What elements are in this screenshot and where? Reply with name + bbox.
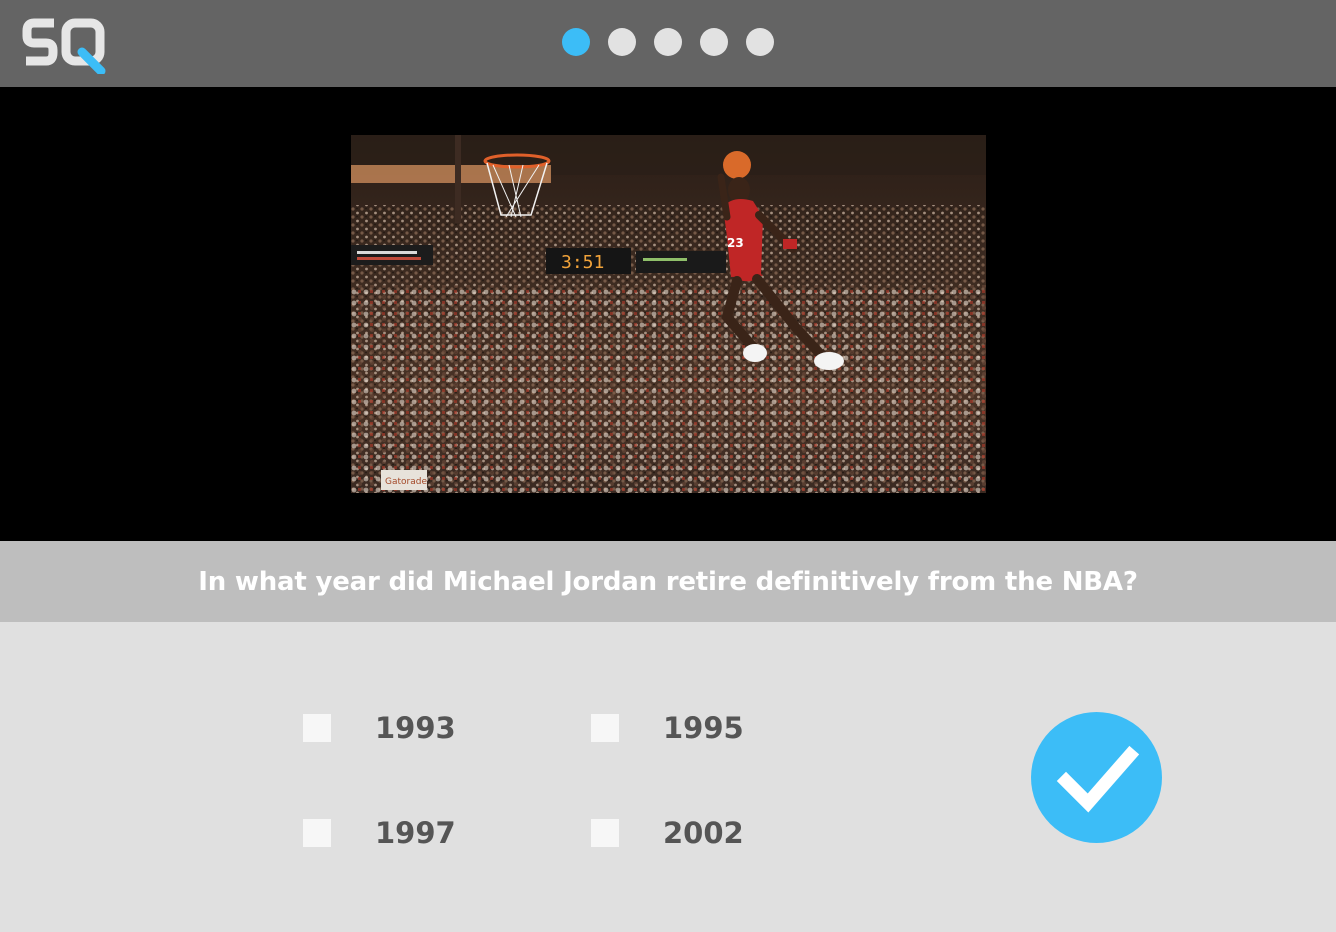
submit-answer-button[interactable] xyxy=(1031,712,1162,843)
answer-label: 2002 xyxy=(663,816,744,850)
answer-label: 1995 xyxy=(663,711,744,745)
checkmark-icon xyxy=(1056,745,1139,813)
question-text: In what year did Michael Jordan retire d… xyxy=(198,566,1138,597)
answer-option-1997[interactable]: 1997 xyxy=(303,816,456,850)
answer-label: 1997 xyxy=(375,816,456,850)
question-bar: In what year did Michael Jordan retire d… xyxy=(0,541,1336,622)
answers-panel: 1993 1995 1997 2002 xyxy=(0,622,1336,932)
answer-checkbox[interactable] xyxy=(303,714,331,742)
answer-option-1995[interactable]: 1995 xyxy=(591,711,744,745)
answer-checkbox[interactable] xyxy=(303,819,331,847)
progress-dot-2[interactable] xyxy=(608,28,636,56)
progress-dot-5[interactable] xyxy=(746,28,774,56)
question-photo: 3:51 23 Gatorade xyxy=(351,135,986,493)
top-bar xyxy=(0,0,1336,87)
media-area: 3:51 23 Gatorade xyxy=(0,87,1336,541)
gatorade-sign-text: Gatorade xyxy=(385,477,427,487)
answer-label: 1993 xyxy=(375,711,456,745)
scoreboard-clock: 3:51 xyxy=(561,252,604,273)
answer-checkbox[interactable] xyxy=(591,714,619,742)
answer-option-2002[interactable]: 2002 xyxy=(591,816,744,850)
sq-logo[interactable] xyxy=(22,14,112,76)
svg-text:23: 23 xyxy=(727,236,744,250)
progress-dots xyxy=(562,28,774,56)
progress-dot-3[interactable] xyxy=(654,28,682,56)
progress-dot-1[interactable] xyxy=(562,28,590,56)
progress-dot-4[interactable] xyxy=(700,28,728,56)
answer-checkbox[interactable] xyxy=(591,819,619,847)
answer-option-1993[interactable]: 1993 xyxy=(303,711,456,745)
